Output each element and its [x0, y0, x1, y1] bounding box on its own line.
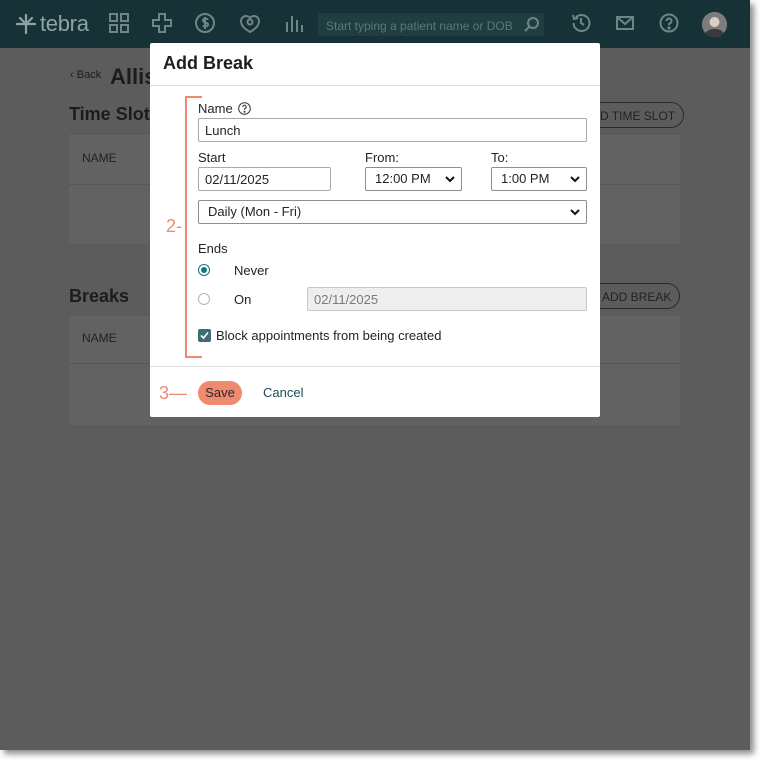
start-date-input[interactable]	[198, 167, 331, 191]
patient-search-input[interactable]	[324, 13, 518, 38]
patient-engagement-icon[interactable]	[239, 12, 263, 36]
chevron-down-icon	[570, 176, 580, 183]
ends-on-label: On	[234, 292, 252, 307]
add-time-slot-button[interactable]: D TIME SLOT	[590, 102, 685, 128]
tebra-logo-icon	[16, 14, 36, 34]
history-icon[interactable]	[570, 12, 594, 36]
ends-on-date-input[interactable]	[307, 287, 587, 311]
recurrence-select[interactable]: Daily (Mon - Fri)	[198, 200, 587, 224]
logo-text: tebra	[40, 11, 89, 36]
reports-chart-icon[interactable]	[283, 12, 307, 36]
from-time-select[interactable]: 12:00 PM	[365, 167, 462, 191]
save-button[interactable]: Save	[198, 381, 242, 405]
add-break-button[interactable]: ADD BREAK	[592, 283, 681, 309]
annotation-bracket	[185, 96, 202, 358]
to-time-value: 1:00 PM	[501, 171, 550, 186]
cancel-button[interactable]: Cancel	[263, 385, 303, 400]
tebra-logo[interactable]: tebra	[16, 11, 89, 37]
app-window: tebra Start typing a patient name or DOB…	[0, 0, 750, 750]
header-divider	[150, 85, 600, 86]
block-appointments-label: Block appointments from being created	[216, 328, 442, 343]
modal-title: Add Break	[163, 53, 254, 73]
time-slots-title: Time Slot	[69, 104, 150, 124]
name-input[interactable]	[198, 118, 587, 142]
name-label: Name	[198, 101, 233, 116]
patient-search-box[interactable]	[318, 13, 544, 38]
back-link[interactable]: ‹ Back	[70, 69, 101, 81]
clinical-cross-icon[interactable]	[151, 12, 175, 36]
ends-label: Ends	[198, 241, 228, 256]
chevron-left-icon: ‹	[70, 69, 77, 81]
billing-dollar-icon[interactable]	[194, 12, 218, 36]
help-icon[interactable]	[658, 12, 682, 36]
to-time-select[interactable]: 1:00 PM	[491, 167, 587, 191]
top-navbar: tebra	[0, 0, 750, 48]
to-label: To:	[491, 150, 509, 165]
chevron-down-icon	[445, 176, 455, 183]
annotation-step-3: 3—	[159, 383, 188, 403]
apps-grid-icon[interactable]	[108, 12, 132, 36]
chevron-down-icon	[570, 209, 580, 216]
breaks-name-column: NAME	[82, 331, 117, 345]
user-avatar[interactable]	[702, 12, 727, 37]
recurrence-value: Daily (Mon - Fri)	[208, 204, 302, 219]
ends-never-label: Never	[234, 263, 269, 278]
mail-icon[interactable]	[614, 12, 638, 36]
add-break-modal: Add Break Name Start From: 12:00 PM To: …	[150, 43, 600, 417]
start-label: Start	[198, 150, 226, 165]
footer-divider	[150, 366, 600, 367]
annotation-step-2: 2-	[166, 216, 183, 236]
from-time-value: 12:00 PM	[375, 171, 431, 186]
time-slots-name-column: NAME	[82, 151, 117, 165]
from-label: From:	[365, 150, 399, 165]
name-help-icon[interactable]	[238, 102, 251, 115]
breaks-title: Breaks	[69, 286, 130, 306]
search-icon[interactable]	[523, 16, 540, 33]
